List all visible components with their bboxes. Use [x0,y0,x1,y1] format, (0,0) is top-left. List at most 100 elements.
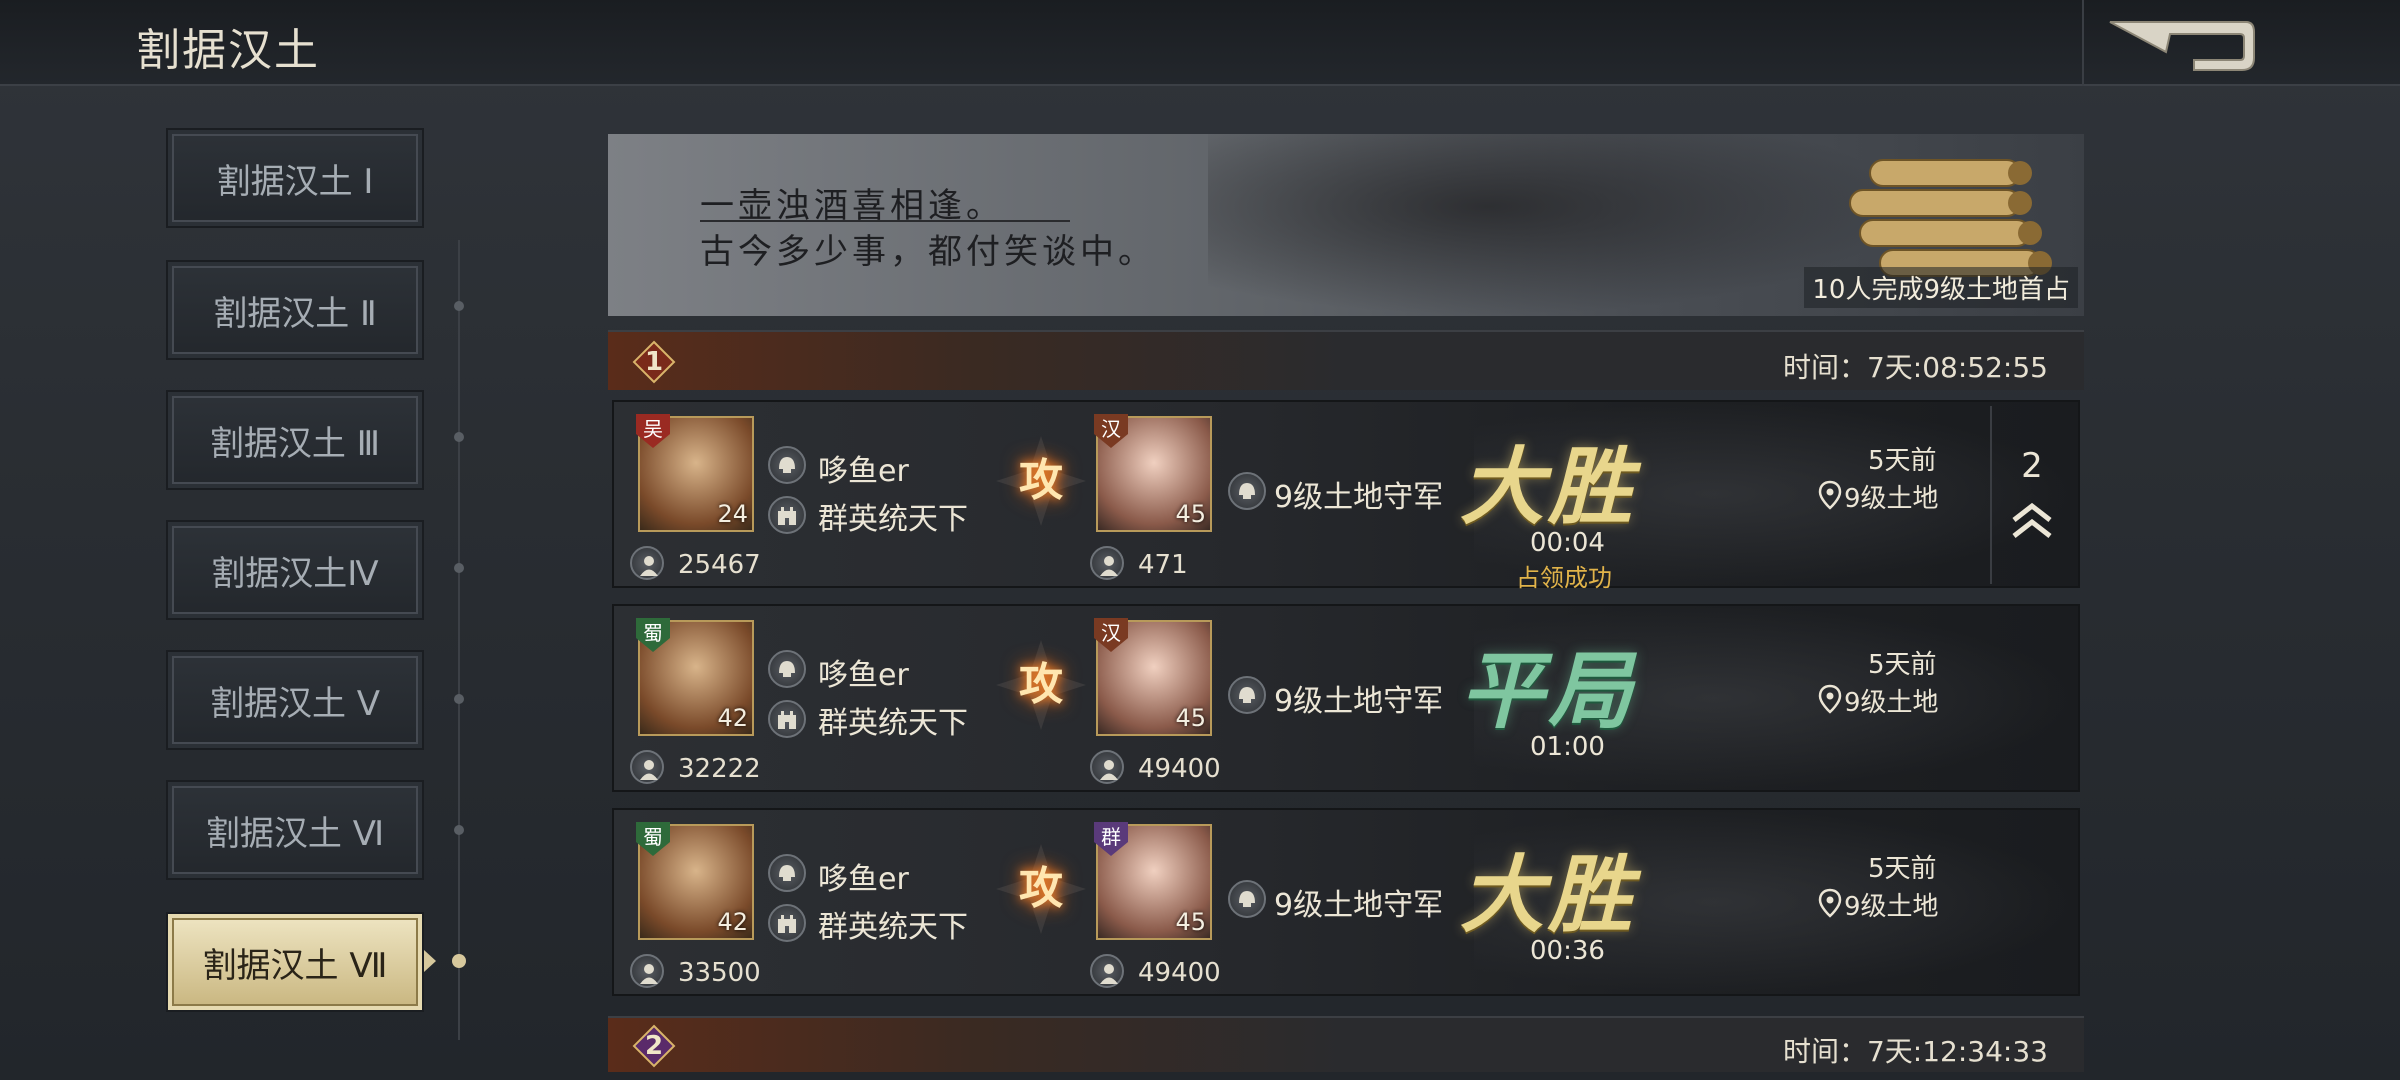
section-time: 时间：7天:08:52:55 [1782,351,2048,384]
sidebar-item-label: 割据汉土 Ⅴ [209,683,381,724]
troops-icon [1090,750,1124,784]
attack-label: 攻 [1019,863,1063,914]
defender-level: 45 [1175,704,1206,732]
season-banner: 一壶浊酒喜相逢。 古今多少事，都付笑谈中。 10人完成9级土地首占 [608,134,2084,316]
attacker-troops: 32222 [678,754,761,784]
attack-emblem: 攻 [996,844,1086,934]
defender-faction-badge: 汉 [1094,618,1128,652]
battle-location[interactable]: 9级土地 [1844,886,1939,923]
sidebar-item-label: 割据汉土 Ⅶ [202,945,388,986]
occupy-status: 占领成功 [1516,564,1612,592]
sidebar-item-7[interactable]: 割据汉土 Ⅶ [166,912,424,1012]
battle-duration: 00:04 [1530,528,1605,558]
back-button[interactable] [2106,18,2256,74]
sidebar-item-6[interactable]: 割据汉土 Ⅵ [166,780,424,880]
troops-icon [630,546,664,580]
defender-icon [1228,472,1266,510]
battle-result: 大胜 [1460,845,1637,944]
attacker-player-name[interactable]: 哆鱼er [818,854,909,898]
section-number: 1 [644,347,664,377]
defender-name: 9级土地守军 [1274,684,1444,719]
timeline-dot [454,694,464,704]
timeline-dot-active [452,954,466,968]
timeline-dot [454,563,464,573]
sidebar-item-2[interactable]: 割据汉土 Ⅱ [166,260,424,360]
battle-duration: 01:00 [1530,732,1605,762]
troops-icon [1090,954,1124,988]
alliance-icon [768,700,806,738]
battle-time-ago: 5天前 [1868,854,1937,884]
timeline-dot [454,432,464,442]
location-pin-icon [1818,684,1842,714]
alliance-icon [768,496,806,534]
sidebar-item-4[interactable]: 割据汉土Ⅳ [166,520,424,620]
defender-faction-badge: 汉 [1094,414,1128,448]
defender-troops: 49400 [1138,958,1221,988]
timeline-dot [454,825,464,835]
defender-level: 45 [1175,908,1206,936]
player-icon [768,854,806,892]
attacker-troops: 25467 [678,550,761,580]
attack-emblem: 攻 [996,640,1086,730]
troops-icon [630,954,664,988]
section-number-badge: 2 [632,1024,676,1068]
attacker-alliance-name[interactable]: 群英统天下 [818,494,968,538]
section-time: 时间：7天:12:34:33 [1782,1035,2048,1068]
defender-troops: 471 [1138,550,1188,580]
attacker-player-name[interactable]: 哆鱼er [818,446,909,490]
attack-label: 攻 [1019,455,1063,506]
banner-poem-line2: 古今多少事，都付笑谈中。 [700,232,1156,272]
sidebar-item-label: 割据汉土 Ⅲ [209,423,381,464]
battle-time-ago: 5天前 [1868,650,1937,680]
attacker-level: 42 [717,704,748,732]
attacker-troops: 33500 [678,958,761,988]
sidebar-item-label: 割据汉土 Ⅵ [205,813,385,854]
top-bar: 割据汉土 [0,0,2400,86]
defender-icon [1228,676,1266,714]
section-number-badge: 1 [632,340,676,384]
expand-count: 2 [2021,446,2043,486]
defender-name: 9级土地守军 [1274,480,1444,515]
battle-time-ago: 5天前 [1868,446,1937,476]
expand-counter-button[interactable]: 2 [1990,406,2080,584]
attacker-alliance-name[interactable]: 群英统天下 [818,902,968,946]
attack-emblem: 攻 [996,436,1086,526]
poem-underline [700,220,1070,222]
battle-location[interactable]: 9级土地 [1844,682,1939,719]
back-arrow-icon [2109,21,2255,71]
page-title: 割据汉土 [136,25,320,76]
troops-icon [1090,546,1124,580]
section-header: 1 时间：7天:08:52:55 [608,330,2084,390]
header-divider [2082,0,2084,86]
attacker-faction: 蜀 [643,825,663,849]
timeline-line [458,240,460,1040]
defender-level: 45 [1175,500,1206,528]
section-number: 2 [644,1031,664,1061]
defender-faction: 群 [1101,825,1121,849]
sidebar-item-1[interactable]: 割据汉土 Ⅰ [166,128,424,228]
sidebar-item-3[interactable]: 割据汉土 Ⅲ [166,390,424,490]
battle-location[interactable]: 9级土地 [1844,478,1939,515]
defender-faction: 汉 [1101,621,1121,645]
attacker-alliance-name[interactable]: 群英统天下 [818,698,968,742]
section-header: 2 时间：7天:12:34:33 [608,1016,2084,1072]
battle-result: 平局 [1460,641,1637,740]
double-chevron-up-icon [2012,502,2052,538]
battle-duration: 00:36 [1530,936,1605,966]
attack-label: 攻 [1019,659,1063,710]
defender-faction-badge: 群 [1094,822,1128,856]
active-pointer-icon [424,950,436,972]
attacker-level: 42 [717,908,748,936]
player-icon [768,650,806,688]
attacker-faction-badge: 蜀 [636,822,670,856]
defender-troops: 49400 [1138,754,1221,784]
attacker-faction-badge: 蜀 [636,618,670,652]
sidebar-item-label: 割据汉土Ⅳ [211,553,379,594]
defender-name: 9级土地守军 [1274,888,1444,923]
timeline-dot [454,301,464,311]
troops-icon [630,750,664,784]
sidebar-item-label: 割据汉土 Ⅱ [213,293,377,334]
sidebar-item-5[interactable]: 割据汉土 Ⅴ [166,650,424,750]
attacker-player-name[interactable]: 哆鱼er [818,650,909,694]
attacker-level: 24 [717,500,748,528]
